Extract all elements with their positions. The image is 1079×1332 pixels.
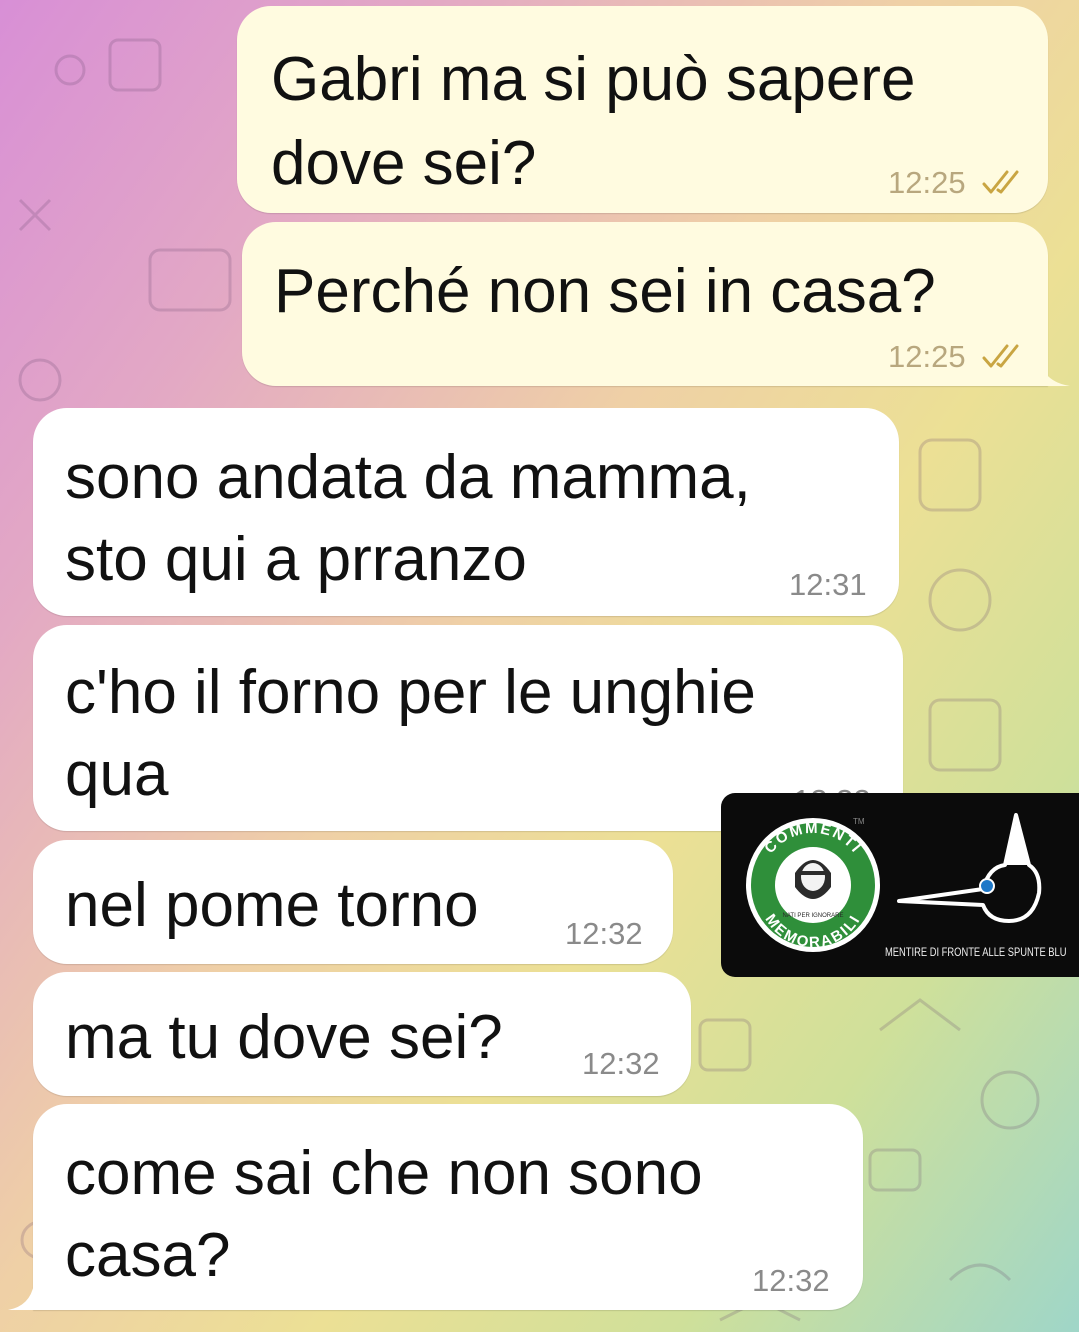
message-bubble-outgoing[interactable]: Gabri ma si può sapere dove sei? 12:25 [237,6,1048,213]
message-timestamp: 12:32 [752,1263,830,1298]
commenti-memorabili-logo: COMMENTI MEMORABILI NATI PER IGNORARE [746,818,880,952]
message-text-line: come sai che non sono [65,1139,703,1208]
message-timestamp: 12:32 [582,1046,660,1081]
message-text-line: qua [65,740,169,809]
message-timestamp: 12:32 [565,916,643,951]
message-bubble-incoming[interactable]: nel pome torno 12:32 [33,840,673,964]
message-timestamp: 12:25 [888,339,966,374]
message-text-line: Perché non sei in casa? [274,257,936,326]
logo-inner-text: NATI PER IGNORARE [783,913,844,919]
message-text-line: nel pome torno [65,871,479,940]
pinocchio-nose-icon [897,813,1042,923]
message-text-line: c'ho il forno per le unghie [65,658,756,727]
message-bubble-outgoing[interactable]: Perché non sei in casa? 12:25 [242,222,1048,386]
watermark-overlay: COMMENTI MEMORABILI NATI PER IGNORARE TM… [721,793,1079,977]
double-check-read-icon [982,170,1019,194]
trademark-mark: TM [853,817,865,826]
message-text-line: casa? [65,1221,231,1290]
bubble-tail-incoming [8,1284,34,1310]
message-bubble-incoming[interactable]: come sai che non sono casa? 12:32 [33,1104,863,1310]
message-text-line: sono andata da mamma, [65,443,751,512]
message-text-line: Gabri ma si può sapere [271,45,916,114]
message-text-line: dove sei? [271,129,537,198]
message-timestamp: 12:25 [888,165,966,200]
message-timestamp: 12:31 [789,567,867,602]
message-text-line: sto qui a prranzo [65,525,527,594]
bubble-tail-outgoing [1040,360,1070,386]
double-check-read-icon [982,344,1019,368]
watermark-caption: MENTIRE DI FRONTE ALLE SPUNTE BLU [885,945,1067,959]
message-bubble-incoming[interactable]: sono andata da mamma, sto qui a prranzo … [33,408,899,616]
message-text-line: ma tu dove sei? [65,1003,503,1072]
message-bubble-incoming[interactable]: ma tu dove sei? 12:32 [33,972,691,1096]
